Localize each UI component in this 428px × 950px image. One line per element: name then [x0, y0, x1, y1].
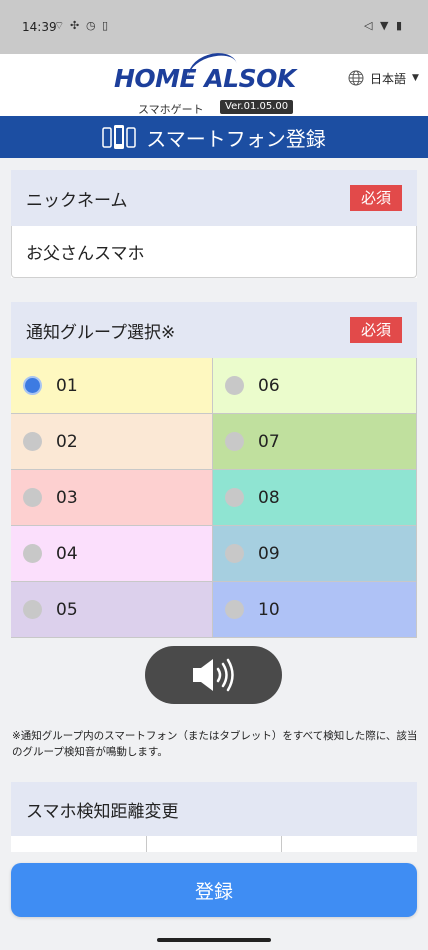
sim-icon: ▯ [102, 19, 109, 32]
group-select-card: 通知グループ選択※ 必須 01 06 02 07 03 08 04 09 05 10 [11, 302, 417, 638]
nickname-label: ニックネーム [26, 190, 128, 211]
battery-icon: ▮ [396, 19, 403, 32]
radio-button[interactable] [23, 432, 42, 451]
chevron-down-icon: ▼ [412, 73, 419, 83]
bottom-bar: 登録 [0, 852, 428, 950]
group-option-label: 06 [258, 375, 280, 396]
group-option-label: 09 [258, 543, 280, 564]
group-option-label: 02 [56, 431, 78, 452]
fan-icon: ✣ [70, 19, 80, 32]
timer-icon: ◷ [86, 19, 96, 32]
radio-button[interactable] [23, 600, 42, 619]
nickname-card: ニックネーム 必須 [11, 170, 417, 278]
gesture-nav-handle[interactable] [157, 938, 271, 942]
group-note: ※通知グループ内のスマートフォン（またはタブレット）をすべて検知した際に、該当の… [12, 730, 418, 758]
play-sound-button[interactable] [145, 646, 282, 704]
radio-button[interactable] [225, 600, 244, 619]
globe-icon [348, 70, 364, 86]
group-option-08[interactable]: 08 [213, 470, 417, 526]
app-header: HOME ALSOK スマホゲート Ver.01.05.00 日本語 ▼ [0, 47, 428, 116]
divider [146, 836, 147, 852]
status-bar: 14:39 ⌔ ✣ ◷ ▯ ◁ ▼ ▮ [0, 0, 428, 54]
language-label: 日本語 [370, 71, 407, 86]
radio-button[interactable] [225, 376, 244, 395]
group-select-header: 通知グループ選択※ 必須 [11, 302, 417, 358]
wifi-calling-icon: ⌔ [54, 19, 65, 32]
group-option-label: 01 [56, 375, 78, 396]
group-option-02[interactable]: 02 [11, 414, 213, 470]
nickname-input[interactable] [11, 226, 417, 278]
group-option-label: 07 [258, 431, 280, 452]
alsok-logo: HOME ALSOK [114, 64, 296, 93]
title-bar: スマートフォン登録 [0, 116, 428, 158]
wifi-icon: ▼ [380, 19, 389, 32]
distance-card: スマホ検知距離変更 [11, 782, 417, 852]
divider [281, 836, 282, 852]
group-option-01[interactable]: 01 [11, 358, 213, 414]
nickname-header: ニックネーム 必須 [11, 170, 417, 226]
group-option-05[interactable]: 05 [11, 582, 213, 638]
language-select[interactable]: 日本語 ▼ [348, 66, 419, 90]
radio-button[interactable] [23, 544, 42, 563]
group-option-10[interactable]: 10 [213, 582, 417, 638]
group-select-label: 通知グループ選択※ [26, 322, 176, 343]
radio-button[interactable] [225, 432, 244, 451]
page-title: スマートフォン登録 [146, 126, 326, 151]
required-badge: 必須 [350, 317, 402, 343]
distance-header: スマホ検知距離変更 [11, 782, 417, 836]
distance-label: スマホ検知距離変更 [26, 801, 179, 822]
group-option-label: 08 [258, 487, 280, 508]
group-option-label: 10 [258, 599, 280, 620]
required-badge: 必須 [350, 185, 402, 211]
group-option-07[interactable]: 07 [213, 414, 417, 470]
group-option-label: 03 [56, 487, 78, 508]
group-grid: 01 06 02 07 03 08 04 09 05 10 [11, 358, 417, 638]
group-option-label: 05 [56, 599, 78, 620]
app-subtitle: スマホゲート [138, 103, 204, 116]
group-option-04[interactable]: 04 [11, 526, 213, 582]
group-option-03[interactable]: 03 [11, 470, 213, 526]
speaker-icon [192, 658, 234, 692]
group-option-label: 04 [56, 543, 78, 564]
radio-button[interactable] [225, 488, 244, 507]
register-button[interactable]: 登録 [11, 863, 417, 917]
status-time: 14:39 [22, 20, 57, 34]
smartphones-icon [102, 125, 137, 149]
mute-icon: ◁ [364, 19, 373, 32]
radio-button[interactable] [225, 544, 244, 563]
group-option-09[interactable]: 09 [213, 526, 417, 582]
version-badge: Ver.01.05.00 [220, 100, 294, 114]
radio-button[interactable] [23, 488, 42, 507]
group-option-06[interactable]: 06 [213, 358, 417, 414]
radio-button[interactable] [23, 376, 42, 395]
